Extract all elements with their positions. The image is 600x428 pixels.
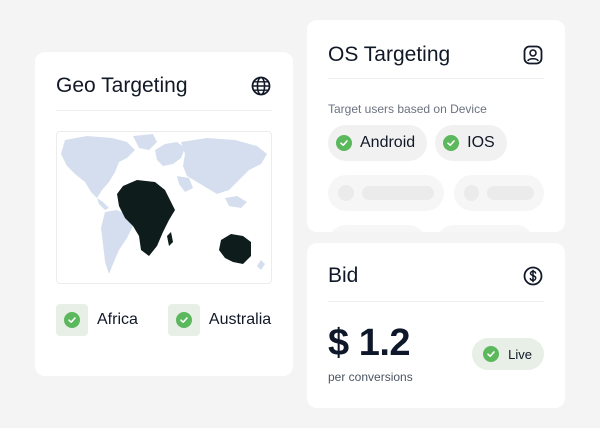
bid-card-title: Bid [328,264,359,287]
live-status-badge[interactable]: Live [472,338,544,370]
live-status-label: Live [508,346,532,362]
os-card-header: OS Targeting [328,20,544,79]
os-options: Android IOS [328,125,544,161]
bid-card: Bid $ 1.2 per conversions Live [307,243,565,408]
map-australia [219,234,251,264]
os-subtitle: Target users based on Device [328,102,487,116]
os-targeting-card: OS Targeting Target users based on Devic… [307,20,565,232]
skeleton-chip [454,175,544,211]
region-label: Africa [97,311,138,328]
os-chip-ios[interactable]: IOS [435,125,507,161]
bid-price: $ 1.2 [328,322,411,364]
skeleton-bar [487,186,534,200]
globe-icon[interactable] [250,75,272,97]
skeleton-chip [328,175,444,211]
map-asia [181,138,267,194]
world-map[interactable] [56,131,272,284]
region-list: Africa Australia [56,304,272,336]
check-icon [483,346,500,362]
map-middle-east [177,176,193,192]
user-circle-icon[interactable] [522,44,544,66]
skeleton-chip [328,225,426,232]
check-icon [175,312,192,328]
skeleton-bar [362,186,434,200]
region-australia[interactable]: Australia [167,304,272,336]
bid-row: $ 1.2 per conversions Live [328,324,544,384]
check-icon [443,135,460,151]
os-chip-label: IOS [467,134,495,151]
check-icon [64,312,80,328]
map-madagascar [167,232,173,246]
os-chip-label: Android [360,134,416,151]
os-chip-android[interactable]: Android [328,125,428,161]
geo-card-header: Geo Targeting [56,52,272,111]
bid-card-header: Bid [328,243,544,302]
bid-amount-block: $ 1.2 per conversions [328,324,413,384]
skeleton-row [328,225,544,232]
skeleton-row [328,175,544,211]
skeleton-dot [338,185,354,201]
map-europe [155,142,185,166]
map-africa [117,180,175,256]
geo-targeting-card: Geo Targeting Africa Australia [35,52,293,376]
skeleton-dot [464,185,480,201]
region-africa[interactable]: Africa [56,304,138,336]
skeleton-chip [436,225,534,232]
region-label: Australia [208,311,272,328]
map-new-zealand [257,260,265,270]
os-card-title: OS Targeting [328,43,451,66]
map-se-asia [225,196,247,208]
map-central-america [97,198,109,210]
map-greenland [133,134,157,150]
dollar-circle-icon[interactable] [522,265,544,287]
region-checkbox[interactable] [167,304,200,336]
region-checkbox[interactable] [56,304,88,336]
check-icon [336,135,352,151]
bid-unit: per conversions [328,370,413,384]
geo-card-title: Geo Targeting [56,74,188,97]
